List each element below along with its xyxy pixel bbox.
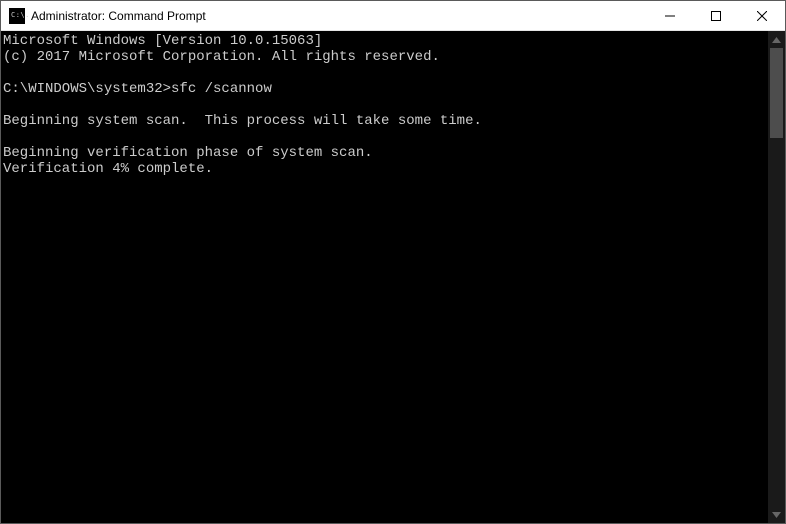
output-line: Beginning system scan. This process will…: [3, 113, 482, 129]
client-area: Microsoft Windows [Version 10.0.15063] (…: [1, 31, 785, 523]
command-prompt-window: C:\. Administrator: Command Prompt Micro…: [0, 0, 786, 524]
minimize-button[interactable]: [647, 1, 693, 30]
prompt-line: C:\WINDOWS\system32>sfc /scannow: [3, 81, 272, 97]
app-icon-text: C:\.: [11, 12, 30, 19]
scroll-up-button[interactable]: [768, 31, 785, 48]
output-line: Beginning verification phase of system s…: [3, 145, 373, 161]
titlebar[interactable]: C:\. Administrator: Command Prompt: [1, 1, 785, 31]
terminal-output[interactable]: Microsoft Windows [Version 10.0.15063] (…: [1, 31, 768, 523]
output-line: Verification 4% complete.: [3, 161, 213, 177]
maximize-button[interactable]: [693, 1, 739, 30]
window-title: Administrator: Command Prompt: [31, 9, 206, 23]
output-line: (c) 2017 Microsoft Corporation. All righ…: [3, 49, 440, 65]
output-line: Microsoft Windows [Version 10.0.15063]: [3, 33, 322, 49]
close-button[interactable]: [739, 1, 785, 30]
scrollbar-thumb[interactable]: [770, 48, 783, 138]
window-controls: [647, 1, 785, 30]
vertical-scrollbar[interactable]: [768, 31, 785, 523]
app-icon: C:\.: [9, 8, 25, 24]
scroll-down-button[interactable]: [768, 506, 785, 523]
